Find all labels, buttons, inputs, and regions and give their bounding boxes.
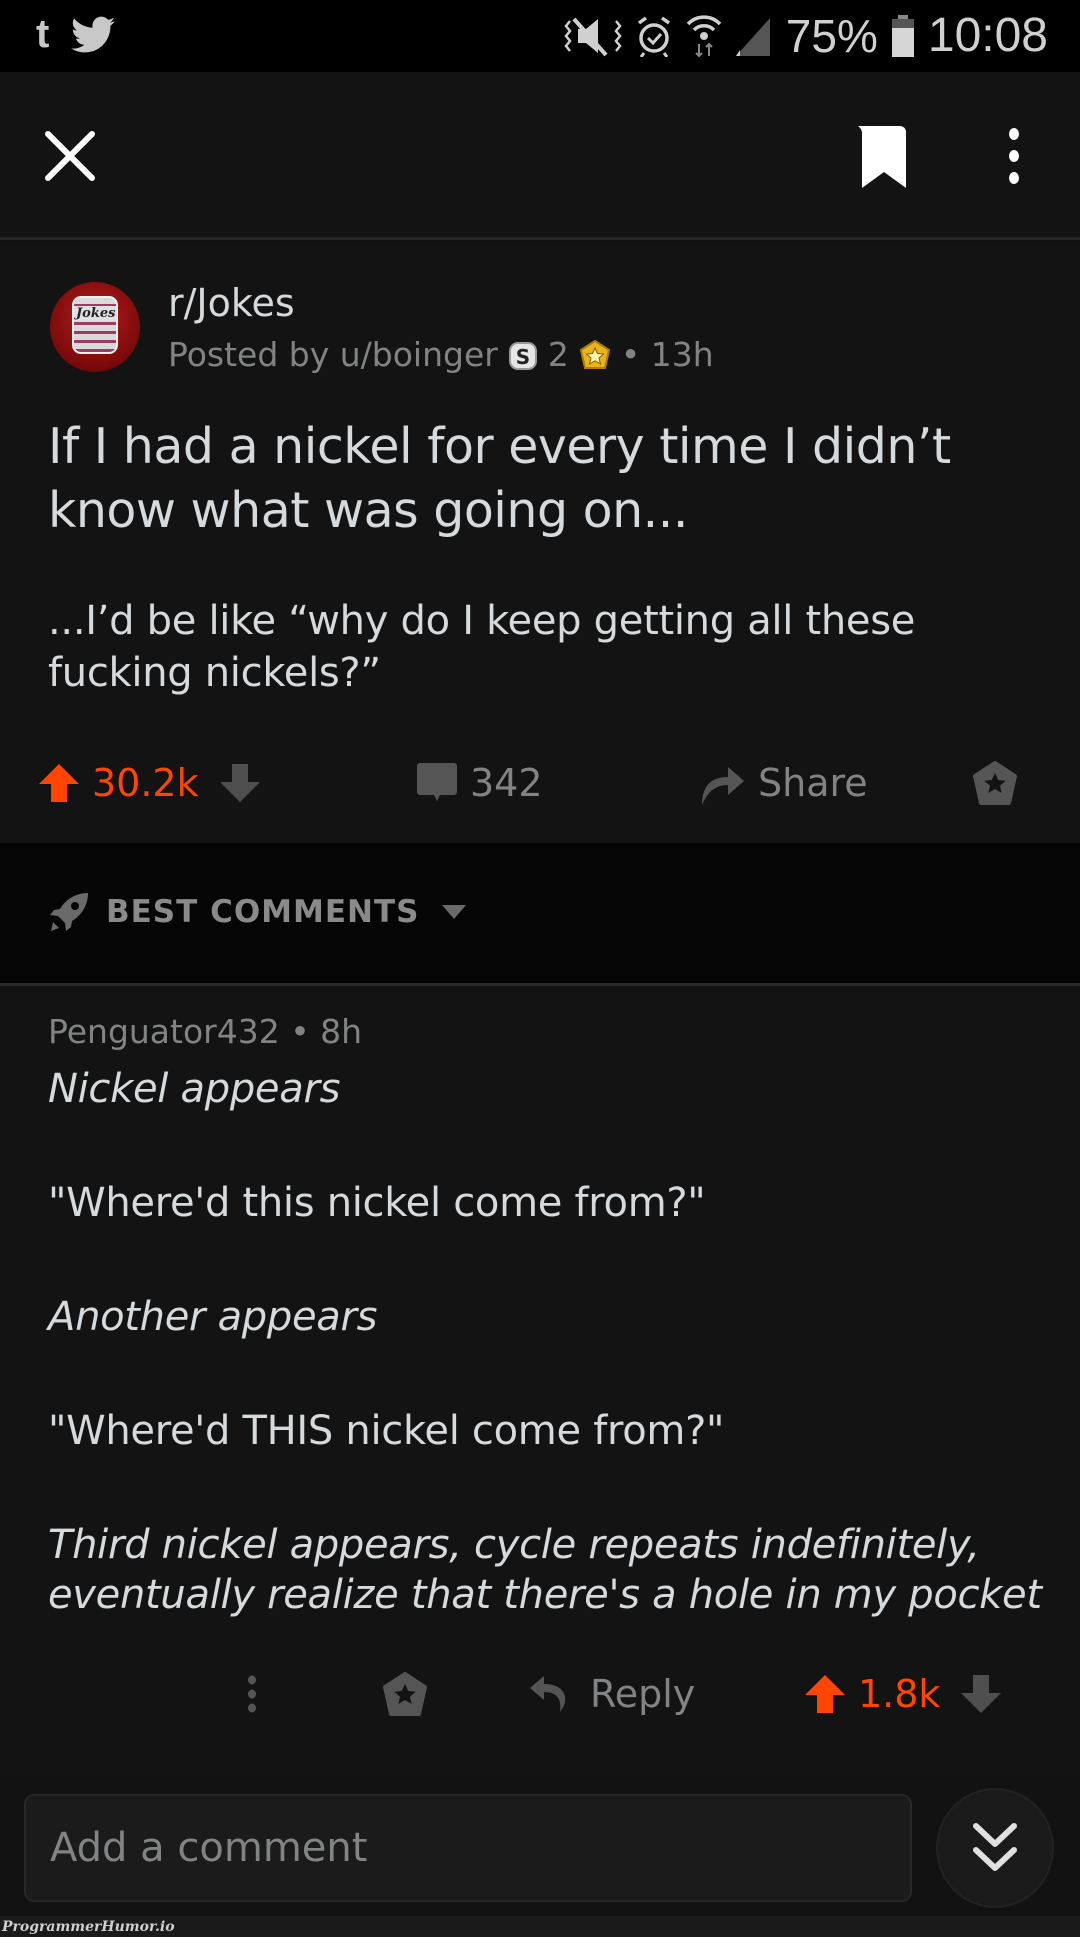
post: Jokes r/Jokes Posted by u/boinger S 2 • …	[0, 243, 1080, 843]
svg-text:S: S	[516, 345, 530, 369]
status-bar: t 75% 10:08	[0, 0, 1080, 72]
award-icon	[973, 761, 1017, 805]
comment-body: Nickel appears "Where'd this nickel come…	[48, 1064, 1058, 1620]
subreddit-name[interactable]: r/Jokes	[168, 281, 295, 325]
award-icon	[383, 1672, 427, 1716]
comment-paragraph: Nickel appears	[48, 1066, 341, 1112]
posted-by[interactable]: Posted by u/boinger	[168, 335, 498, 374]
comment-more-button[interactable]	[246, 1644, 258, 1744]
post-age: • 13h	[620, 335, 714, 374]
battery-icon	[891, 14, 914, 57]
comment-vote-group: 1.8k	[804, 1644, 1002, 1744]
close-icon	[45, 131, 95, 181]
close-button[interactable]	[40, 126, 100, 186]
upvote-icon[interactable]	[38, 763, 80, 803]
vibrate-mute-icon	[564, 17, 622, 56]
comment-paragraph: Third nickel appears, cycle repeats inde…	[48, 1522, 1042, 1618]
microphone-icon	[72, 296, 118, 354]
alarm-icon	[637, 16, 670, 57]
comment-award-button[interactable]	[382, 1644, 428, 1744]
silver-award-icon: S	[508, 341, 537, 370]
next-comment-button[interactable]	[936, 1788, 1054, 1908]
more-vertical-icon	[248, 1675, 256, 1713]
watermark-text: ProgrammerHumor.io	[2, 1919, 175, 1935]
reply-label: Reply	[590, 1672, 696, 1716]
sort-label: BEST COMMENTS	[106, 894, 420, 930]
award-button[interactable]	[972, 733, 1018, 833]
gold-award-icon	[579, 339, 610, 369]
twitter-icon	[71, 16, 116, 52]
post-actions: 30.2k 342 Share	[0, 733, 1080, 833]
save-post-button[interactable]	[852, 122, 912, 190]
rocket-icon	[50, 893, 88, 931]
comments-button[interactable]: 342	[416, 733, 543, 833]
add-comment-input[interactable]: Add a comment	[24, 1794, 912, 1902]
cell-signal-icon	[735, 17, 770, 56]
avatar-label: Jokes	[74, 306, 118, 321]
post-body: ...I’d be like “why do I keep getting al…	[48, 598, 916, 696]
chevron-down-icon	[442, 905, 467, 919]
comment-icon	[417, 763, 457, 801]
wifi-icon	[686, 14, 722, 57]
comment-paragraph: "Where'd this nickel come from?"	[48, 1180, 706, 1226]
comment-paragraph: Another appears	[48, 1294, 378, 1340]
downvote-icon[interactable]	[960, 1674, 1002, 1714]
reply-button[interactable]: Reply	[528, 1644, 695, 1744]
battery-percent: 75%	[785, 9, 878, 62]
more-options-button[interactable]	[998, 122, 1030, 190]
post-title: If I had a nickel for every time I didn’…	[48, 418, 951, 539]
share-icon	[702, 767, 744, 805]
share-button[interactable]: Share	[700, 733, 868, 833]
upvote-icon[interactable]	[804, 1674, 846, 1714]
reply-icon	[530, 1676, 566, 1712]
more-vertical-icon	[1009, 128, 1019, 184]
share-label: Share	[758, 761, 868, 805]
downvote-icon[interactable]	[219, 763, 261, 803]
bookmark-icon	[858, 126, 906, 188]
comment-actions: Reply 1.8k	[0, 1644, 1080, 1744]
silver-award-count: 2	[547, 335, 569, 374]
post-score: 30.2k	[92, 761, 199, 805]
comment-meta[interactable]: Penguator432 • 8h	[48, 1012, 362, 1051]
vote-group: 30.2k	[38, 733, 261, 833]
subreddit-avatar[interactable]: Jokes	[50, 282, 140, 372]
comment-count: 342	[470, 761, 543, 805]
comment-score: 1.8k	[858, 1672, 941, 1716]
post-meta: Posted by u/boinger S 2 • 13h	[168, 335, 714, 374]
comment-paragraph: "Where'd THIS nickel come from?"	[48, 1408, 725, 1454]
comment: Penguator432 • 8h Nickel appears "Where'…	[0, 986, 1080, 1776]
sort-dropdown[interactable]: BEST COMMENTS	[48, 891, 467, 933]
double-chevron-down-icon	[973, 1823, 1017, 1871]
clock: 10:08	[927, 9, 1048, 62]
comment-composer: Add a comment	[0, 1776, 1080, 1916]
top-app-bar	[0, 72, 1080, 240]
tumblr-icon: t	[36, 12, 50, 56]
comment-sort-bar: BEST COMMENTS	[0, 843, 1080, 986]
watermark: ProgrammerHumor.io	[0, 1916, 1080, 1937]
